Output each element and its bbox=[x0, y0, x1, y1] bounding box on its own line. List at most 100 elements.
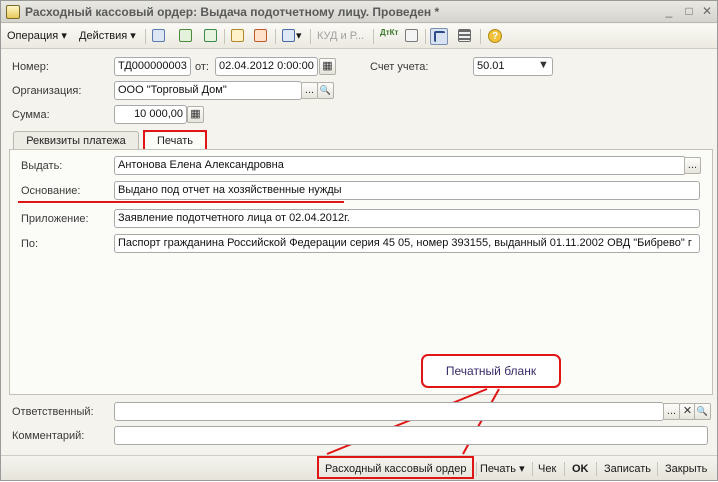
account-dropdown-button[interactable]: ▼ bbox=[535, 58, 552, 75]
responsible-field[interactable] bbox=[114, 402, 664, 421]
settings-button[interactable] bbox=[456, 28, 474, 45]
by-field[interactable]: Паспорт гражданина Российской Федерации … bbox=[114, 234, 700, 253]
title-bar: Расходный кассовый ордер: Выдача подотче… bbox=[1, 1, 717, 23]
dt-kt-icon: ДтКт bbox=[380, 28, 399, 37]
refresh-button[interactable] bbox=[177, 28, 195, 45]
print-label: Печать bbox=[480, 463, 517, 475]
check-button[interactable]: Чек bbox=[538, 459, 556, 479]
by-label: По: bbox=[21, 238, 39, 250]
calculator-button[interactable]: ▦ bbox=[187, 106, 204, 123]
document-window: Расходный кассовый ордер: Выдача подотче… bbox=[0, 0, 718, 481]
ellipsis-icon: ... bbox=[666, 405, 677, 417]
print-menu-button[interactable]: Печать ▾ bbox=[480, 459, 525, 479]
from-label: от: bbox=[195, 61, 209, 73]
bottom-separator bbox=[476, 462, 477, 476]
operation-menu[interactable]: Операция ▾ bbox=[7, 28, 67, 45]
bottom-separator bbox=[532, 462, 533, 476]
responsible-label: Ответственный: bbox=[12, 406, 94, 418]
sum-label: Сумма: bbox=[12, 109, 50, 121]
attachment-field[interactable]: Заявление подотчетного лица от 02.04.201… bbox=[114, 209, 700, 228]
toolbar-separator bbox=[310, 29, 311, 44]
add-icon bbox=[152, 29, 165, 42]
structure-button[interactable] bbox=[430, 28, 448, 45]
copy-icon bbox=[204, 29, 217, 42]
sum-field[interactable]: 10 000,00 bbox=[114, 105, 187, 124]
basis-underline bbox=[18, 201, 344, 203]
post-icon bbox=[231, 29, 244, 42]
organization-field[interactable]: ООО "Торговый Дом" bbox=[114, 81, 302, 100]
bottom-separator bbox=[657, 462, 658, 476]
issue-field[interactable]: Антонова Елена Александровна bbox=[114, 156, 686, 175]
organization-open-button[interactable]: 🔍 bbox=[317, 82, 334, 99]
clear-icon: ✕ bbox=[682, 405, 693, 417]
window-title: Расходный кассовый ордер: Выдача подотче… bbox=[25, 5, 440, 19]
report-button[interactable] bbox=[403, 28, 421, 45]
bottom-action-bar: Расходный кассовый ордер Печать ▾ Чек OK… bbox=[1, 455, 717, 480]
toolbar-separator bbox=[480, 29, 481, 44]
add-document-button[interactable] bbox=[150, 28, 168, 45]
attachment-label: Приложение: bbox=[21, 213, 89, 225]
operation-label: Операция bbox=[7, 30, 59, 42]
list-settings-icon bbox=[458, 29, 471, 42]
date-field[interactable]: 02.04.2012 0:00:00 bbox=[215, 57, 318, 76]
comment-label: Комментарий: bbox=[12, 430, 85, 442]
toolbar-separator bbox=[145, 29, 146, 44]
comment-field[interactable] bbox=[114, 426, 708, 445]
account-label: Счет учета: bbox=[370, 61, 429, 73]
issue-select-button[interactable]: ... bbox=[684, 157, 701, 174]
organization-select-button[interactable]: ... bbox=[301, 82, 318, 99]
help-icon: ? bbox=[488, 29, 502, 43]
document-icon bbox=[6, 5, 20, 19]
post-button[interactable] bbox=[229, 28, 247, 45]
save-button[interactable]: Записать bbox=[604, 459, 651, 479]
tab-payment-details[interactable]: Реквизиты платежа bbox=[13, 131, 139, 151]
print-tab-highlight bbox=[143, 130, 207, 151]
unpost-button[interactable] bbox=[252, 28, 270, 45]
issue-label: Выдать: bbox=[21, 160, 63, 172]
basis-label: Основание: bbox=[21, 185, 81, 197]
kud-button[interactable]: КУД и Р... bbox=[317, 28, 364, 45]
actions-menu[interactable]: Действия ▾ bbox=[79, 28, 136, 45]
close-button[interactable]: Закрыть bbox=[665, 459, 707, 479]
arrow-right-icon bbox=[282, 29, 295, 42]
maximize-button[interactable]: □ bbox=[681, 4, 697, 19]
ellipsis-icon: ... bbox=[304, 84, 315, 96]
responsible-select-button[interactable]: ... bbox=[663, 403, 680, 420]
ok-button[interactable]: OK bbox=[572, 459, 589, 479]
toolbar: Операция ▾ Действия ▾ ▾ КУД и Р... ДтКт … bbox=[1, 24, 717, 49]
close-window-button[interactable]: ✕ bbox=[699, 4, 715, 19]
chevron-down-icon: ▾ bbox=[296, 30, 302, 42]
calculator-icon: ▦ bbox=[190, 108, 201, 120]
basis-field[interactable]: Выдано под отчет на хозяйственные нужды bbox=[114, 181, 700, 200]
chevron-down-icon: ▾ bbox=[130, 30, 136, 42]
bottom-separator bbox=[564, 462, 565, 476]
toolbar-separator bbox=[275, 29, 276, 44]
go-to-button[interactable]: ▾ bbox=[280, 28, 306, 45]
chevron-down-icon: ▾ bbox=[61, 30, 67, 42]
minimize-button[interactable]: _ bbox=[661, 4, 677, 19]
search-icon: 🔍 bbox=[696, 406, 709, 416]
print-form-callout: Печатный бланк bbox=[421, 354, 561, 388]
refresh-icon bbox=[179, 29, 192, 42]
calendar-button[interactable]: ▦ bbox=[319, 58, 336, 75]
organization-label: Организация: bbox=[12, 85, 82, 97]
number-field[interactable]: ТД000000003 bbox=[114, 57, 191, 76]
toolbar-separator bbox=[425, 29, 426, 44]
chevron-down-icon: ▼ bbox=[538, 59, 549, 71]
toolbar-separator bbox=[224, 29, 225, 44]
print-tab-panel: Выдать: Антонова Елена Александровна ...… bbox=[9, 149, 713, 395]
report-icon bbox=[405, 29, 418, 42]
chevron-down-icon: ▾ bbox=[519, 463, 525, 475]
help-button[interactable]: ? bbox=[486, 28, 504, 45]
unpost-icon bbox=[254, 29, 267, 42]
print-form-highlight bbox=[317, 456, 474, 479]
toolbar-separator bbox=[373, 29, 374, 44]
responsible-open-button[interactable]: 🔍 bbox=[694, 403, 711, 420]
structure-icon bbox=[434, 31, 445, 42]
calendar-icon: ▦ bbox=[322, 60, 333, 72]
number-label: Номер: bbox=[12, 61, 49, 73]
copy-button[interactable] bbox=[202, 28, 220, 45]
bottom-separator bbox=[596, 462, 597, 476]
dt-kt-button[interactable]: ДтКт bbox=[379, 28, 399, 45]
ellipsis-icon: ... bbox=[687, 159, 698, 171]
